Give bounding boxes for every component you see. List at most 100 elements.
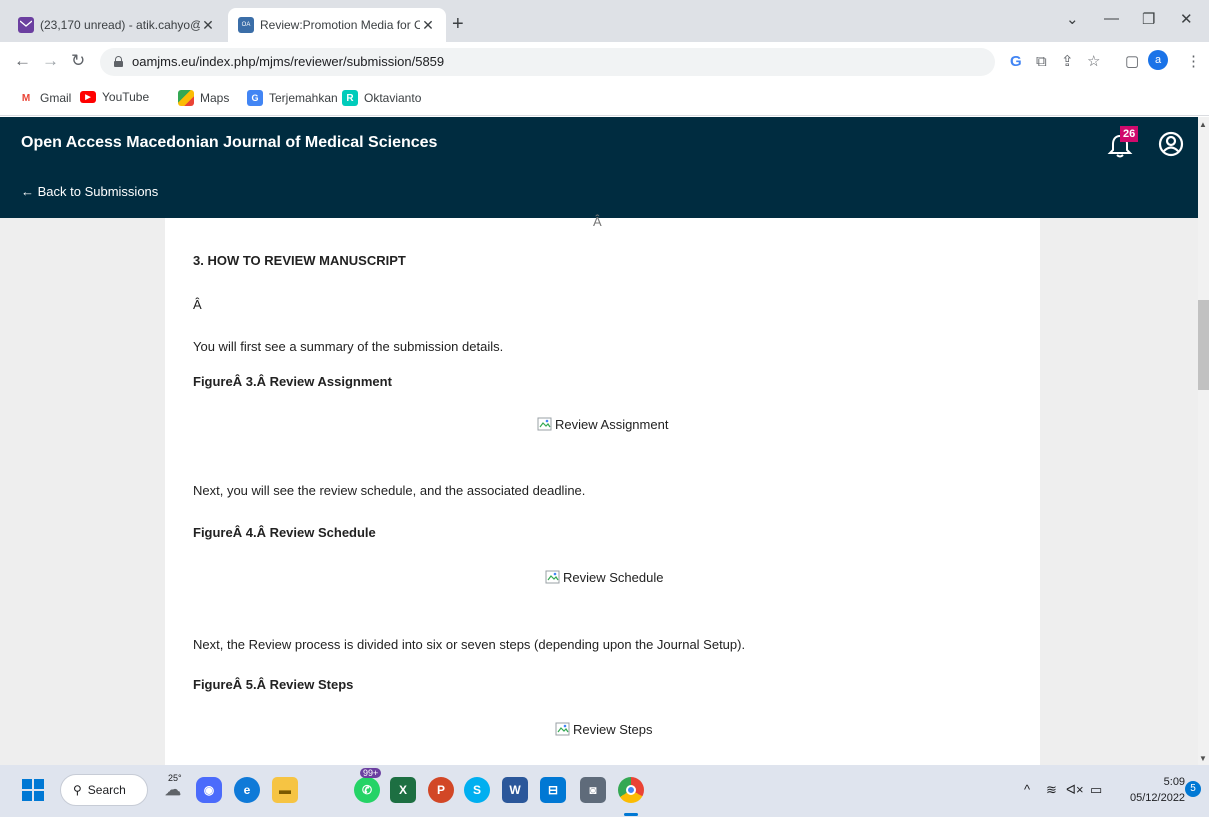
stray-character: Â (593, 214, 602, 229)
scrollbar-thumb[interactable] (1198, 300, 1209, 390)
bookmark-youtube[interactable]: ▶ YouTube (80, 90, 149, 104)
bookmark-label: YouTube (102, 90, 150, 104)
camera-icon[interactable]: ◙ (580, 777, 606, 803)
whatsapp-icon[interactable]: ✆ (354, 777, 380, 803)
excel-icon[interactable]: X (390, 777, 416, 803)
image-alt-text: Review Schedule (563, 569, 664, 585)
stray-character: Â (193, 297, 202, 312)
search-icon: ⚲ (73, 783, 82, 797)
scroll-down-arrow-icon[interactable]: ▼ (1199, 754, 1207, 763)
figure-3-caption: FigureÂ 3.Â Review Assignment (193, 374, 392, 389)
image-alt-text: Review Steps (573, 721, 653, 737)
tray-chevron-up-icon[interactable]: ^ (1024, 782, 1030, 797)
schedule-paragraph: Next, you will see the review schedule, … (193, 483, 586, 498)
tab-gmail[interactable]: (23,170 unread) - atik.cahyo@yah ✕ (8, 8, 226, 42)
translate-icon: G (247, 90, 263, 106)
search-label: Search (87, 783, 126, 797)
teams-chat-icon[interactable]: ◉ (196, 777, 222, 803)
site-header: Open Access Macedonian Journal of Medica… (0, 117, 1198, 218)
weather-temperature: 25° (168, 773, 182, 783)
broken-image-icon (545, 570, 560, 584)
lock-icon (114, 56, 123, 67)
kebab-menu-icon[interactable]: ⋮ (1186, 52, 1201, 72)
close-icon[interactable]: ✕ (420, 17, 436, 34)
gmail-icon: M (21, 92, 31, 104)
summary-paragraph: You will first see a summary of the subm… (193, 339, 504, 354)
journal-title[interactable]: Open Access Macedonian Journal of Medica… (21, 134, 437, 152)
bookmark-label: Gmail (40, 91, 72, 105)
close-icon[interactable]: ✕ (200, 17, 216, 34)
active-app-indicator (624, 813, 638, 816)
chevron-down-icon[interactable]: ⌄ (1066, 10, 1079, 28)
bookmarks-bar: M Gmail ▶ YouTube Maps G Terjemahkan R O… (0, 82, 1209, 116)
new-tab-button[interactable]: + (452, 14, 464, 34)
battery-icon[interactable]: ▭ (1090, 782, 1102, 798)
bookmark-maps[interactable]: Maps (178, 90, 229, 106)
broken-image-icon (555, 722, 570, 736)
section-heading: 3. HOW TO REVIEW MANUSCRIPT (193, 253, 406, 268)
edge-icon[interactable]: e (234, 777, 260, 803)
clock-time: 5:09 (1163, 776, 1186, 788)
windows-taskbar: ⚲ Search ☁ 25° ◉ e ▬ ✆ 99+ X P S W ⊟ ◙ ^… (0, 765, 1209, 817)
url-text[interactable]: oamjms.eu/index.php/mjms/reviewer/submis… (132, 54, 444, 69)
left-gutter (0, 218, 165, 765)
notification-center-badge[interactable]: 5 (1185, 781, 1201, 797)
bookmark-star-icon[interactable]: ☆ (1087, 52, 1100, 72)
powerpoint-icon[interactable]: P (428, 777, 454, 803)
review-assignment-image: Review Assignment (537, 416, 668, 432)
windows-start-icon[interactable] (20, 777, 46, 803)
figure-5-caption: FigureÂ 5.Â Review Steps (193, 677, 354, 692)
tab-title: (23,170 unread) - atik.cahyo@yah (40, 18, 200, 32)
page-scrollbar[interactable] (1198, 117, 1209, 765)
wifi-icon[interactable]: ≋ (1046, 782, 1057, 798)
share-icon[interactable]: ⇪ (1061, 52, 1074, 72)
profile-avatar[interactable]: a (1148, 50, 1168, 70)
omnibox[interactable]: oamjms.eu/index.php/mjms/reviewer/submis… (100, 48, 995, 76)
researchgate-icon: R (342, 90, 358, 106)
bookmark-oktavianto[interactable]: R Oktavianto (342, 90, 421, 106)
maps-icon (178, 90, 194, 106)
whatsapp-badge: 99+ (360, 768, 382, 778)
tab-review[interactable]: OA Review:Promotion Media for Chil ✕ (228, 8, 446, 42)
bookmark-label: Terjemahkan (269, 91, 338, 105)
minimize-icon[interactable]: — (1104, 10, 1119, 27)
bookmark-gmail[interactable]: M Gmail (18, 90, 72, 106)
browser-tab-bar: (23,170 unread) - atik.cahyo@yah ✕ OA Re… (0, 0, 1209, 42)
chrome-icon[interactable] (618, 777, 644, 803)
tab-title: Review:Promotion Media for Chil (260, 18, 420, 32)
figure-4-caption: FigureÂ 4.Â Review Schedule (193, 525, 376, 540)
review-steps-image: Review Steps (555, 721, 652, 737)
google-icon[interactable]: G (1010, 52, 1022, 72)
bookmark-label: Maps (200, 91, 230, 105)
side-panel-icon[interactable]: ▢ (1125, 52, 1139, 72)
file-explorer-icon[interactable]: ▬ (272, 777, 298, 803)
steps-paragraph: Next, the Review process is divided into… (193, 637, 746, 652)
journal-favicon: OA (238, 17, 254, 33)
review-schedule-image: Review Schedule (545, 569, 663, 585)
word-icon[interactable]: W (502, 777, 528, 803)
mail-icon (18, 17, 34, 33)
clock-date: 05/12/2022 (1130, 792, 1186, 804)
bookmark-label: Oktavianto (364, 91, 422, 105)
notification-count-badge: 26 (1120, 126, 1139, 142)
broken-image-icon (537, 417, 552, 431)
image-alt-text: Review Assignment (555, 416, 669, 432)
right-gutter (1040, 218, 1198, 765)
back-to-submissions-link[interactable]: ← Back to Submissions (21, 184, 158, 199)
bookmark-translate[interactable]: G Terjemahkan (247, 90, 338, 106)
user-profile-icon[interactable] (1158, 131, 1184, 157)
close-window-icon[interactable]: ✕ (1180, 10, 1193, 28)
review-guidelines-content: Â 3. HOW TO REVIEW MANUSCRIPT Â You will… (165, 214, 1040, 765)
taskbar-search[interactable]: ⚲ Search (60, 774, 148, 806)
volume-icon[interactable]: ᐊ× (1066, 782, 1084, 798)
system-clock[interactable]: 5:09 05/12/2022 (1130, 774, 1185, 806)
remote-desktop-icon[interactable]: ⊟ (540, 777, 566, 803)
reload-icon[interactable]: ↻ (71, 51, 85, 71)
forward-arrow-icon[interactable]: → (42, 51, 59, 71)
skype-icon[interactable]: S (464, 777, 490, 803)
youtube-icon: ▶ (80, 91, 96, 103)
scroll-up-arrow-icon[interactable]: ▲ (1199, 120, 1207, 129)
translate-page-icon[interactable]: ⧉ (1036, 52, 1047, 72)
restore-icon[interactable]: ❐ (1142, 10, 1155, 28)
back-arrow-icon[interactable]: ← (14, 51, 31, 71)
